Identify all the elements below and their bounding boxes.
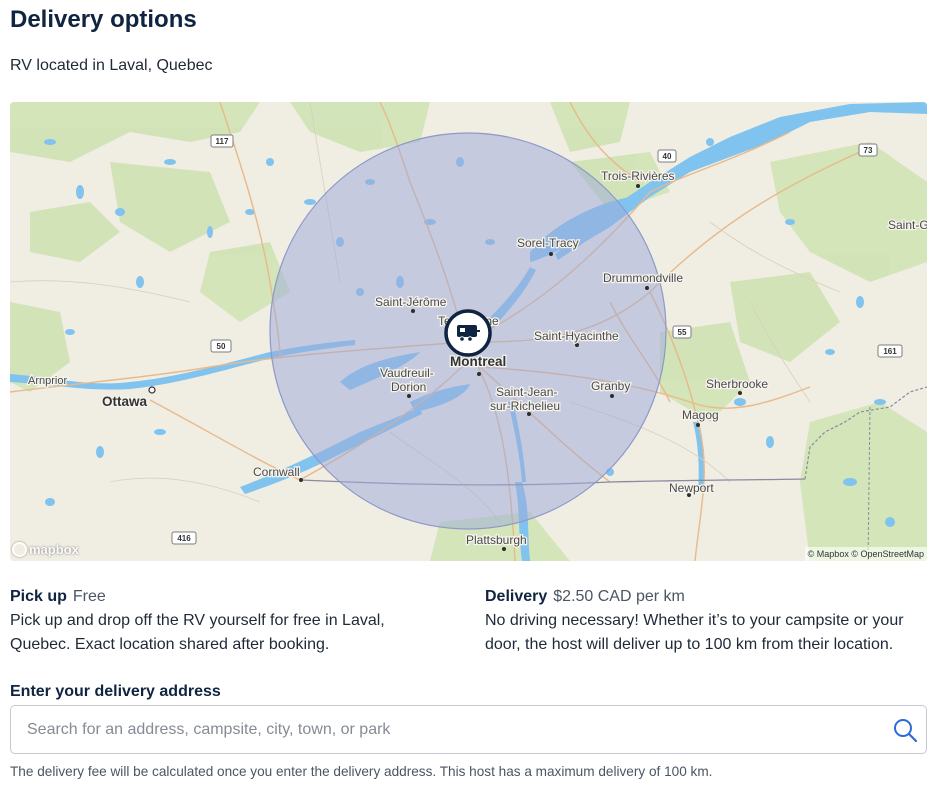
place-label-saint-g: Saint-G [888,218,927,232]
map-attribution[interactable]: © Mapbox © OpenStreetMap [804,547,927,561]
place-label-sorel-tracy: Sorel-Tracy [517,236,579,250]
svg-text:416: 416 [177,534,191,543]
page-title: Delivery options [10,6,197,33]
delivery-price: $2.50 CAD per km [553,588,685,605]
place-label-granby: Granby [591,379,630,393]
delivery-label: Delivery [485,588,548,605]
delivery-map[interactable]: 117 40 73 50 55 161 416 Trois-Rivières S… [10,102,927,561]
svg-text:55: 55 [678,328,687,337]
delivery-address-field [10,705,927,754]
delivery-address-label: Enter your delivery address [10,683,221,700]
route-shield-73: 73 [858,143,878,157]
place-label-saint-jean-2: sur-Richelieu [490,399,560,413]
rv-location-marker[interactable] [444,309,492,357]
mapbox-logo-icon [12,542,27,557]
delivery-address-input[interactable] [11,706,881,753]
route-shield-117: 117 [210,134,234,148]
mapbox-logo[interactable]: mapbox [12,542,79,557]
map-canvas: 117 40 73 50 55 161 416 Trois-Rivières S… [10,102,927,561]
delivery-description: No driving necessary! Whether it’s to yo… [485,612,904,653]
svg-text:73: 73 [864,146,873,155]
place-label-cornwall: Cornwall [253,465,300,479]
svg-text:40: 40 [663,152,672,161]
route-shield-416: 416 [171,531,197,545]
place-label-vaudreuil-2: Dorion [391,380,426,394]
svg-text:117: 117 [216,137,229,146]
pickup-price: Free [72,588,106,605]
route-shield-161: 161 [877,344,903,358]
place-label-newport: Newport [669,481,714,495]
place-label-sherbrooke: Sherbrooke [706,377,768,391]
route-shield-40: 40 [657,149,677,163]
place-label-vaudreuil-1: Vaudreuil- [380,366,434,380]
place-label-ottawa: Ottawa [102,394,148,409]
place-label-montreal: Montreal [450,354,506,369]
place-label-drummondville: Drummondville [603,271,683,285]
route-shield-55: 55 [672,325,692,339]
svg-text:50: 50 [217,342,226,351]
delivery-option: Delivery $2.50 CAD per km No driving nece… [485,585,925,657]
place-label-magog: Magog [682,408,719,422]
pickup-option: Pick up Free Pick up and drop off the RV … [10,585,440,657]
place-label-plattsburgh: Plattsburgh [466,533,527,547]
place-label-saint-jerome: Saint-Jérôme [375,295,447,309]
rv-location-text: RV located in Laval, Quebec [10,57,213,74]
route-shield-50: 50 [210,339,232,353]
search-icon[interactable] [892,717,918,743]
place-label-trois-rivieres: Trois-Rivières [601,169,675,183]
svg-text:161: 161 [883,347,897,356]
delivery-fee-note: The delivery fee will be calculated once… [10,764,713,779]
place-label-saint-hyacinthe: Saint-Hyacinthe [534,329,619,343]
place-label-arnprior: Arnprior [28,375,67,387]
pickup-description: Pick up and drop off the RV yourself for… [10,612,385,653]
pickup-label: Pick up [10,588,67,605]
place-label-saint-jean-1: Saint-Jean- [496,385,557,399]
mapbox-logo-text: mapbox [29,542,79,557]
